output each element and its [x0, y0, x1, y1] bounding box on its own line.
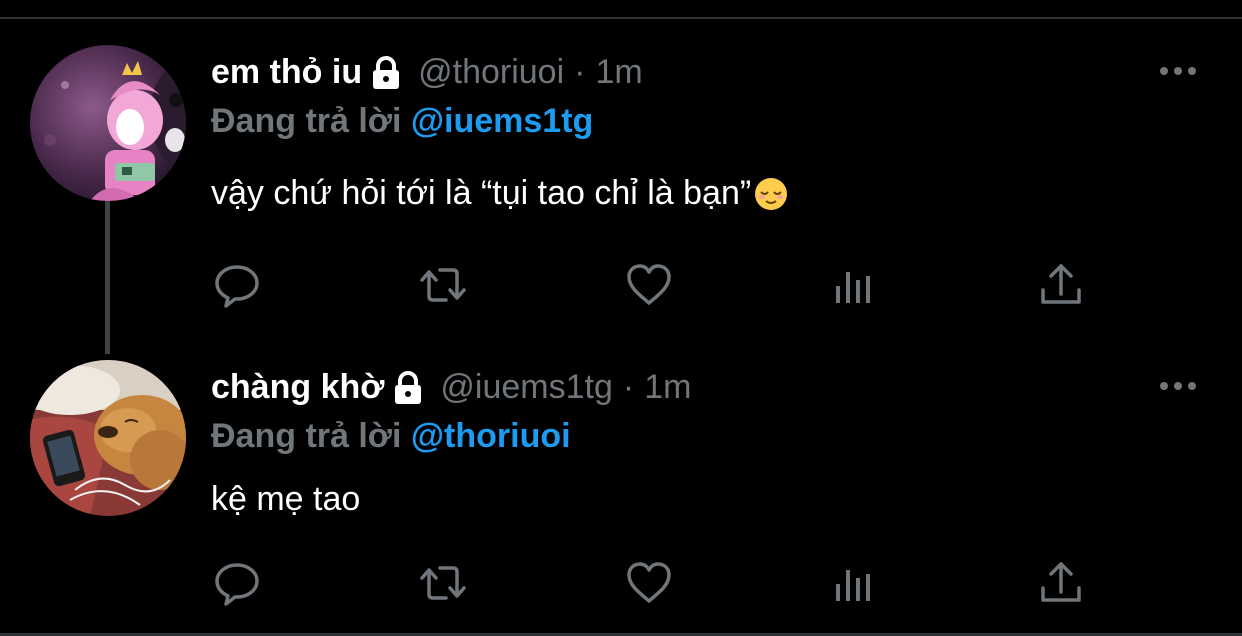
- reply-prefix: Đang trả lời: [211, 102, 402, 140]
- replying-to: Đang trả lời @thoriuoi: [211, 417, 571, 456]
- tweet-body: vậy chứ hỏi tới là “tụi tao chỉ là bạn”: [211, 174, 752, 212]
- more-icon[interactable]: [1158, 63, 1198, 79]
- share-icon[interactable]: [1036, 558, 1086, 608]
- reply-icon[interactable]: [212, 260, 262, 310]
- handle[interactable]: @iuems1tg: [440, 368, 612, 407]
- analytics-icon[interactable]: [830, 560, 880, 610]
- lock-icon: [390, 370, 426, 406]
- avatar[interactable]: [30, 360, 186, 516]
- timestamp[interactable]: 1m: [595, 53, 642, 92]
- like-icon[interactable]: [624, 260, 674, 310]
- like-icon[interactable]: [624, 558, 674, 608]
- reply-mention[interactable]: @iuems1tg: [411, 102, 593, 140]
- top-divider: [0, 17, 1242, 19]
- tweet-text: vậy chứ hỏi tới là “tụi tao chỉ là bạn”: [211, 174, 789, 213]
- tweet-header: chàng khờ @iuems1tg · 1m: [211, 368, 691, 407]
- relieved-face-emoji-icon: [753, 176, 789, 212]
- avatar[interactable]: [30, 45, 186, 201]
- thread-connector: [105, 201, 110, 354]
- analytics-icon[interactable]: [830, 262, 880, 312]
- separator-dot: ·: [574, 53, 586, 91]
- timestamp[interactable]: 1m: [644, 368, 691, 407]
- display-name[interactable]: em thỏ iu: [211, 53, 362, 92]
- tweet-body: kệ mẹ tao: [211, 480, 361, 518]
- retweet-icon[interactable]: [418, 260, 468, 310]
- handle[interactable]: @thoriuoi: [418, 53, 564, 92]
- reply-icon[interactable]: [212, 558, 262, 608]
- retweet-icon[interactable]: [418, 558, 468, 608]
- separator-dot: ·: [622, 368, 635, 406]
- reply-prefix: Đang trả lời: [211, 417, 402, 455]
- replying-to: Đang trả lời @iuems1tg: [211, 102, 593, 141]
- reply-mention[interactable]: @thoriuoi: [411, 417, 571, 455]
- share-icon[interactable]: [1036, 260, 1086, 310]
- lock-icon: [368, 55, 404, 91]
- tweet-header: em thỏ iu @thoriuoi · 1m: [211, 53, 643, 92]
- display-name[interactable]: chàng khờ: [211, 368, 384, 407]
- tweet-text: kệ mẹ tao: [211, 480, 360, 519]
- more-icon[interactable]: [1158, 378, 1198, 394]
